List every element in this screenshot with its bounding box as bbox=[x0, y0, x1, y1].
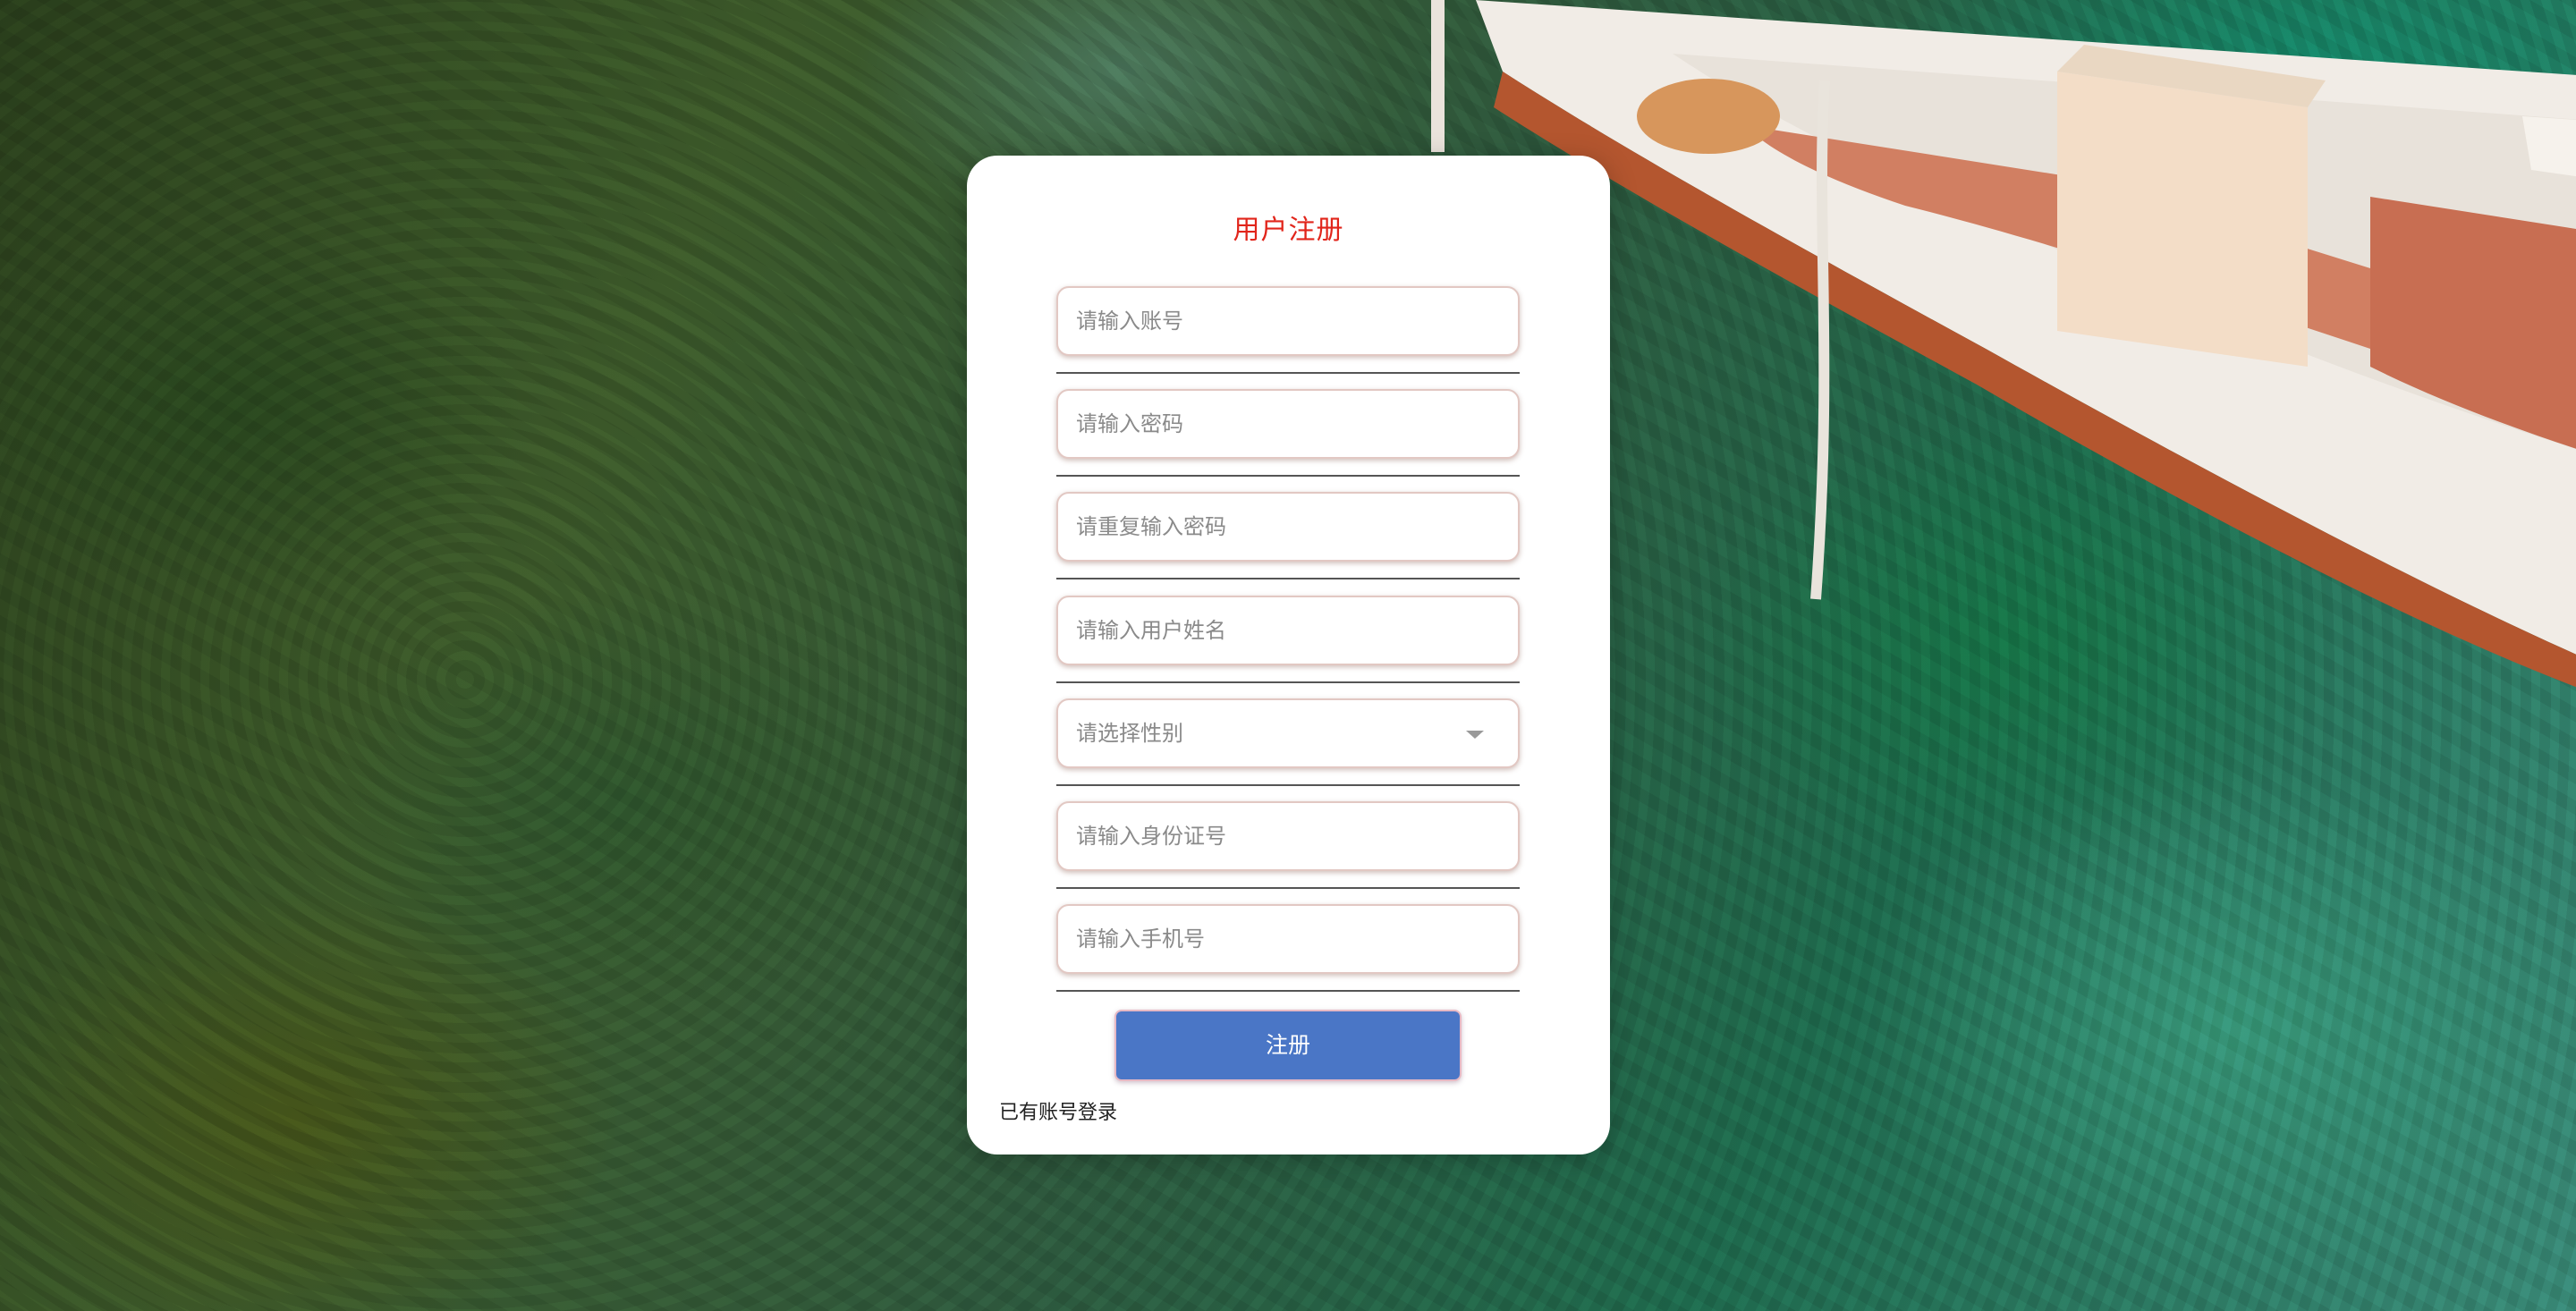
password-field[interactable] bbox=[1056, 389, 1520, 459]
gender-underline bbox=[1056, 784, 1520, 786]
gender-select-placeholder: 请选择性别 bbox=[1076, 721, 1183, 746]
caret-down-icon bbox=[1466, 731, 1484, 739]
phone-input[interactable] bbox=[1058, 906, 1518, 972]
id-number-input[interactable] bbox=[1058, 803, 1518, 869]
account-underline bbox=[1056, 372, 1520, 374]
password-repeat-underline bbox=[1056, 578, 1520, 579]
id-number-underline bbox=[1056, 887, 1520, 889]
gender-select[interactable]: 请选择性别 bbox=[1056, 698, 1520, 768]
account-field[interactable] bbox=[1056, 286, 1520, 356]
account-input[interactable] bbox=[1058, 288, 1518, 354]
password-repeat-input[interactable] bbox=[1058, 494, 1518, 560]
password-input[interactable] bbox=[1058, 391, 1518, 457]
form-title: 用户注册 bbox=[1233, 215, 1344, 246]
password-underline bbox=[1056, 475, 1520, 477]
phone-field[interactable] bbox=[1056, 904, 1520, 974]
username-field[interactable] bbox=[1056, 596, 1520, 665]
id-number-field[interactable] bbox=[1056, 801, 1520, 871]
register-button[interactable]: 注册 bbox=[1114, 1010, 1462, 1081]
username-underline bbox=[1056, 681, 1520, 683]
phone-underline bbox=[1056, 990, 1520, 992]
username-input[interactable] bbox=[1058, 597, 1518, 664]
password-repeat-field[interactable] bbox=[1056, 492, 1520, 562]
register-card: 用户注册 请选择性别 注册 已有账号登录 bbox=[967, 156, 1610, 1155]
login-link[interactable]: 已有账号登录 bbox=[999, 1096, 1117, 1125]
